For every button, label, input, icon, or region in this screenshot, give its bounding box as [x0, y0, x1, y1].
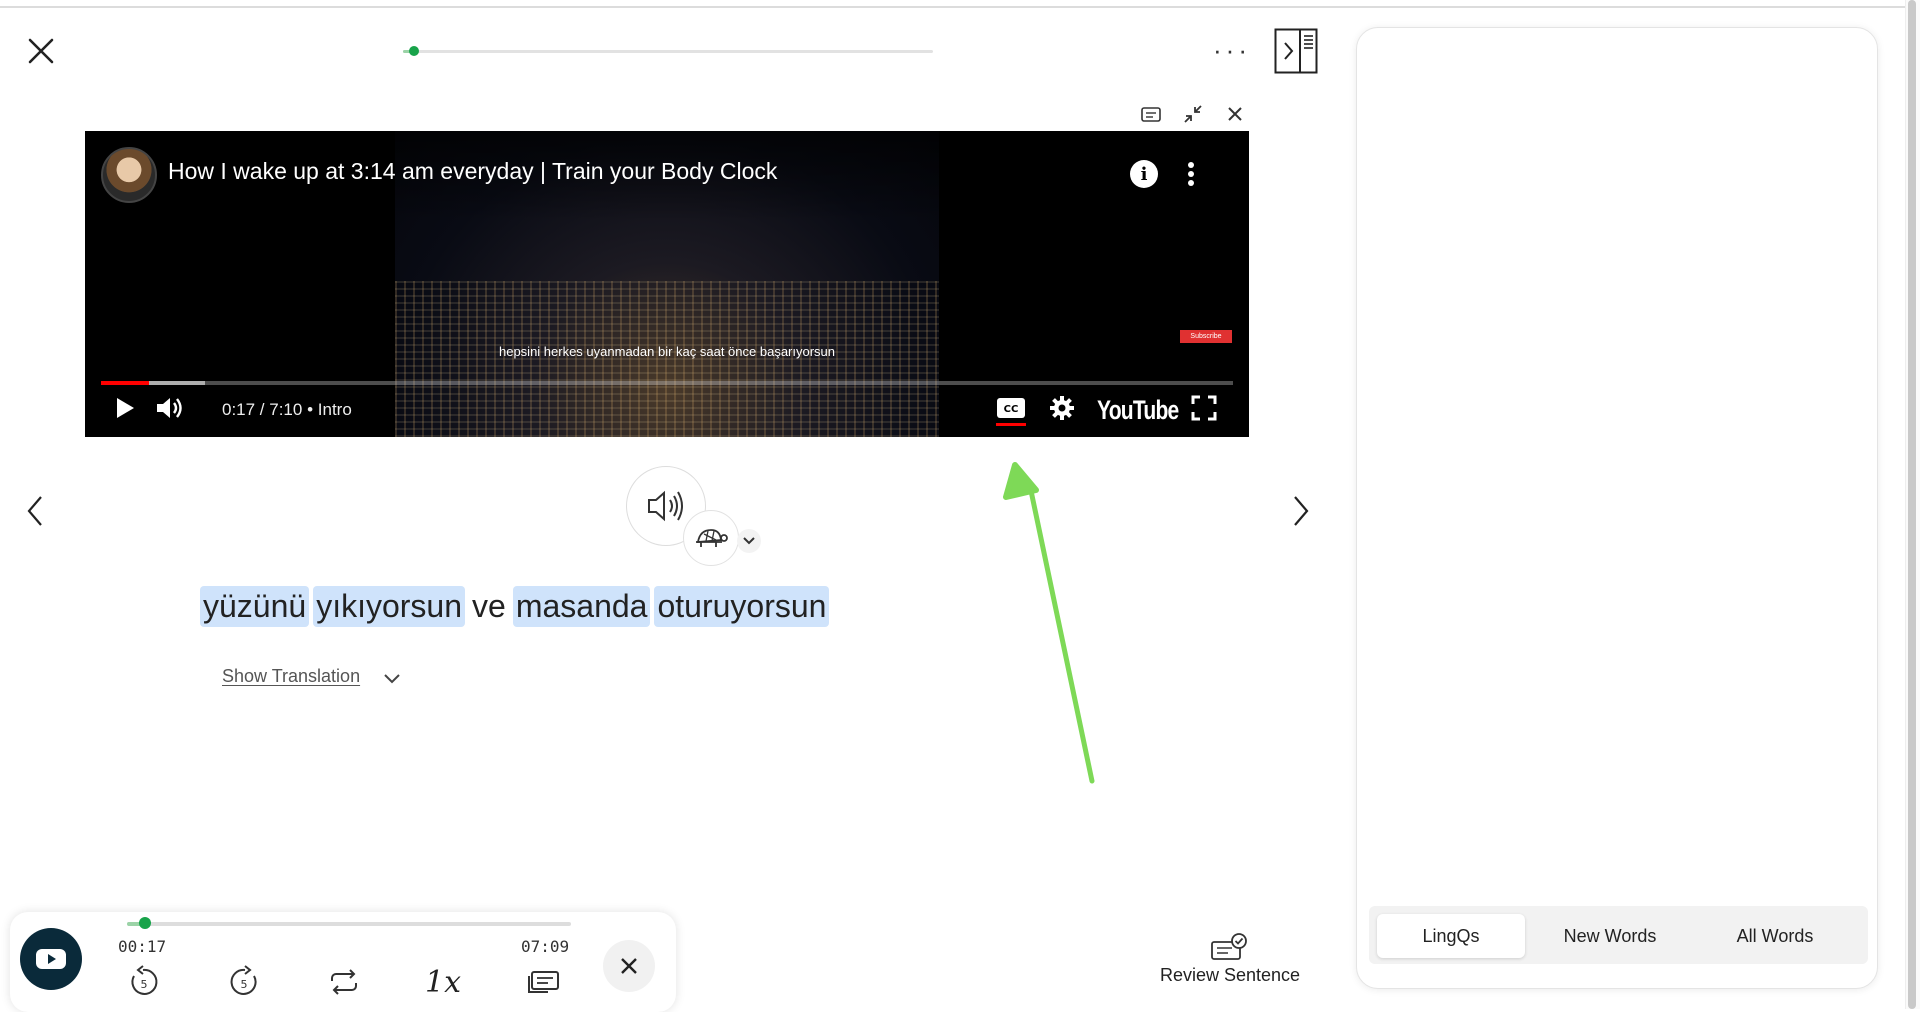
rewind-icon: 5 [131, 965, 158, 995]
close-icon [1228, 107, 1242, 121]
rewind-5-button[interactable]: 5 [122, 962, 166, 1002]
captions-icon [528, 971, 559, 993]
tab-lingqs[interactable]: LingQs [1377, 914, 1525, 958]
word-token[interactable]: yıkıyorsun [313, 586, 466, 627]
playback-speed-button[interactable]: 1x [421, 962, 465, 1002]
video-volume-button[interactable] [153, 393, 187, 423]
cc-icon: CC [997, 398, 1025, 418]
more-options-button[interactable]: ··· [1210, 36, 1254, 64]
playback-speed-value: 1x [424, 964, 461, 1000]
video-title[interactable]: How I wake up at 3:14 am everyday | Trai… [168, 158, 777, 185]
subscribe-watermark[interactable]: Subscribe [1180, 330, 1232, 343]
speaker-icon [648, 490, 683, 522]
captions-window-icon [1141, 107, 1161, 122]
top-divider [0, 0, 1905, 8]
sidebar-panel-icon [1274, 28, 1318, 74]
close-icon [28, 38, 54, 64]
show-translation-toggle[interactable] [380, 667, 404, 691]
video-settings-button[interactable] [1047, 393, 1077, 423]
gear-icon [1050, 396, 1074, 420]
word-token[interactable]: oturuyorsun [654, 586, 830, 627]
tab-all-words[interactable]: All Words [1700, 914, 1850, 958]
more-options-icon: ··· [1213, 35, 1251, 65]
review-sentence-icon [1211, 933, 1247, 960]
close-video-button[interactable] [1221, 102, 1249, 126]
word-list-panel [1356, 27, 1878, 989]
city-lights [395, 281, 939, 437]
review-sentence-label: Review Sentence [1159, 965, 1301, 985]
video-scrubber-track[interactable] [101, 381, 1233, 385]
audio-progress-handle[interactable] [138, 917, 151, 929]
fullscreen-button[interactable] [1189, 393, 1219, 423]
previous-sentence-button[interactable] [20, 491, 50, 531]
svg-text:CC: CC [1004, 404, 1019, 415]
repeat-icon [331, 969, 357, 995]
video-chapter[interactable]: Intro [318, 400, 352, 419]
toggle-sidebar-button[interactable] [1274, 28, 1318, 74]
youtube-logo[interactable]: YouTube [1097, 395, 1179, 426]
channel-avatar[interactable] [101, 147, 157, 203]
minimize-video-button[interactable] [1179, 102, 1207, 126]
audio-progress-track[interactable] [127, 922, 571, 926]
youtube-icon [36, 949, 66, 969]
close-player-button[interactable] [603, 940, 655, 992]
lesson-progress-track[interactable] [403, 50, 933, 53]
forward-5-button[interactable]: 5 [222, 962, 266, 1002]
tab-new-words[interactable]: New Words [1535, 914, 1685, 958]
video-time: 0:17 / 7:10 [222, 400, 303, 419]
video-play-button[interactable] [110, 393, 140, 423]
volume-icon [157, 398, 182, 418]
word-token[interactable]: ve [469, 586, 509, 627]
play-icon [117, 398, 134, 418]
video-time-readout: 0:17 / 7:10 • Intro [222, 400, 352, 420]
sentence-text: yüzünü yıkıyorsun ve masanda oturuyorsun [200, 586, 833, 627]
cc-active-indicator [996, 423, 1026, 426]
chevron-right-icon [1294, 496, 1309, 526]
video-menu-icon[interactable] [1185, 159, 1197, 189]
video-info-icon[interactable]: i [1130, 160, 1158, 188]
turtle-icon [696, 529, 728, 547]
fullscreen-icon [1191, 395, 1217, 421]
loop-button[interactable] [322, 962, 366, 1002]
youtube-toggle-button[interactable] [20, 928, 82, 990]
close-icon [621, 958, 637, 974]
fast-forward-icon: 5 [230, 965, 257, 995]
total-time: 07:09 [521, 937, 570, 956]
chevron-left-icon [27, 496, 42, 526]
youtube-video-player[interactable]: How I wake up at 3:14 am everyday | Trai… [85, 131, 1249, 437]
word-token[interactable]: yüzünü [200, 586, 310, 627]
collapse-icon [1184, 105, 1202, 123]
video-played [101, 381, 149, 385]
video-caption-text: hepsini herkes uyanmadan bir kaç saat ön… [498, 344, 836, 359]
closed-captions-button[interactable]: CC [993, 395, 1029, 421]
separator-dot: • [307, 400, 318, 419]
elapsed-time: 00:17 [118, 937, 167, 956]
review-sentence-button[interactable]: Review Sentence [1150, 932, 1310, 992]
chevron-down-icon [743, 537, 755, 545]
next-sentence-button[interactable] [1286, 491, 1316, 531]
close-lesson-button[interactable] [22, 32, 60, 70]
lesson-progress-handle[interactable] [408, 46, 419, 56]
chevron-down-icon [384, 674, 400, 684]
word-token[interactable]: masanda [512, 586, 651, 627]
subtitle-mode-button[interactable] [1137, 102, 1165, 126]
show-translation-link[interactable]: Show Translation [222, 666, 360, 687]
subtitle-mode-button[interactable] [522, 962, 566, 1002]
svg-text:5: 5 [241, 978, 248, 991]
svg-text:5: 5 [141, 978, 148, 991]
page-scrollbar-thumb[interactable] [1908, 0, 1916, 1009]
audio-speed-dropdown[interactable] [737, 529, 761, 553]
play-slow-audio-button[interactable] [683, 510, 739, 566]
